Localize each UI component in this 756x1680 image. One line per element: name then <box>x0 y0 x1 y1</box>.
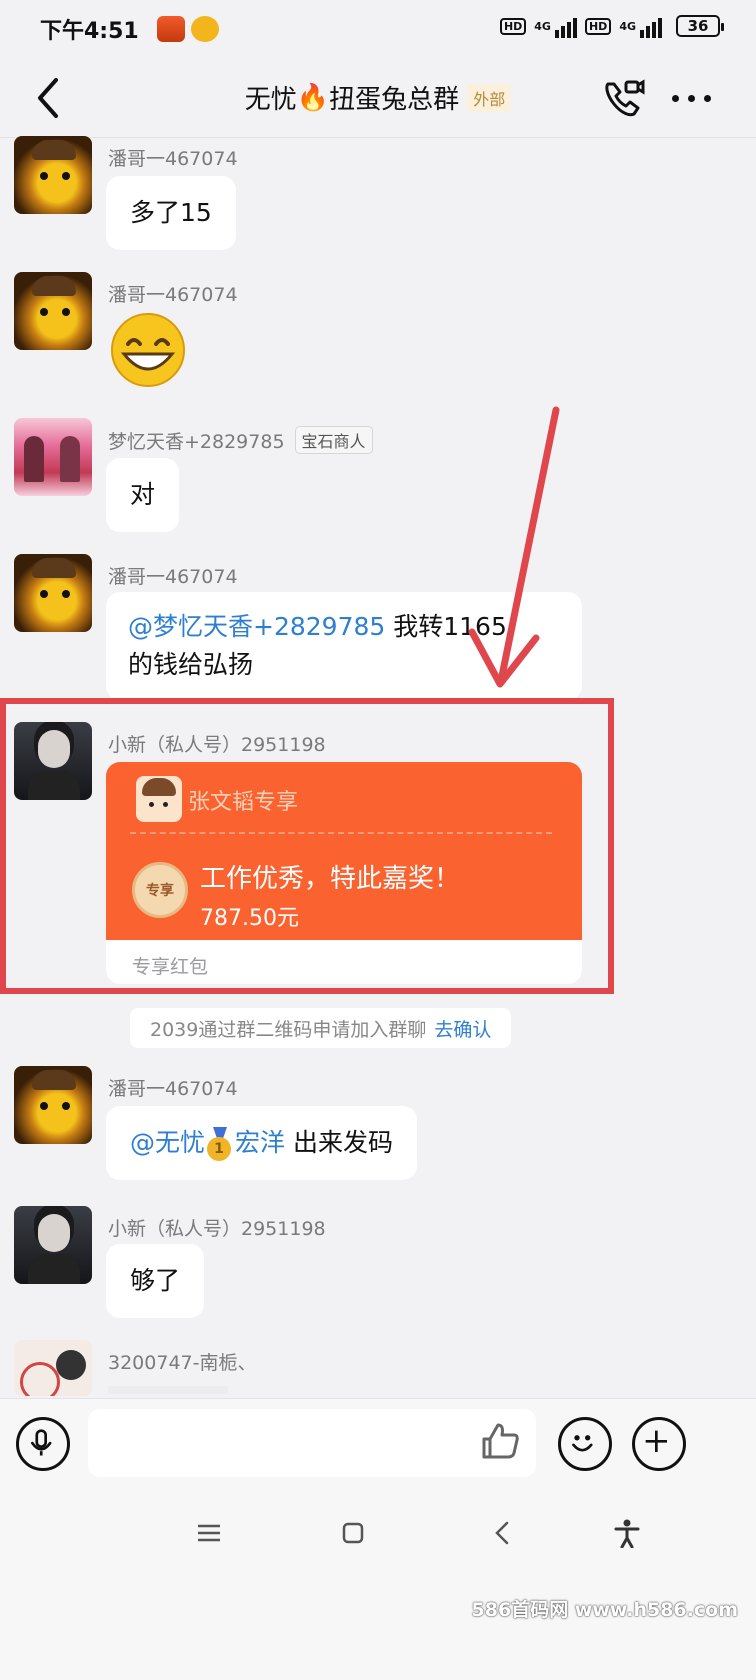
battery-icon: 36 <box>676 15 724 37</box>
title-suffix: 扭蛋兔总群 <box>329 85 460 115</box>
chat-title: 无忧 🔥 扭蛋兔总群 外部 <box>244 79 512 116</box>
status-time: 下午4:51 <box>40 19 139 44</box>
member-badge: 宝石商人 <box>294 426 373 454</box>
game-app-icon <box>190 16 219 42</box>
system-message-text: 2039通过群二维码申请加入群聊 <box>150 1018 427 1041</box>
video-call-icon[interactable] <box>600 76 646 122</box>
status-right-group: HD 4G HD 4G 36 <box>499 14 724 38</box>
message-bubble[interactable]: 对 <box>106 458 180 532</box>
message-bubble[interactable]: @无忧 宏洋 出来发码 <box>106 1106 417 1180</box>
sender-name-text: 梦忆天香+2829785 <box>108 430 285 453</box>
sender-name: 潘哥一467074 <box>108 284 238 306</box>
home-icon[interactable] <box>338 1518 368 1548</box>
message-bubble[interactable]: 够了 <box>106 1244 205 1318</box>
avatar[interactable] <box>14 418 92 496</box>
mention-link-2[interactable]: 宏洋 <box>235 1128 285 1157</box>
search-app-icon <box>156 16 185 42</box>
title-prefix: 无忧 <box>244 85 297 115</box>
sender-name: 梦忆天香+2829785 宝石商人 <box>108 426 373 454</box>
avatar[interactable] <box>14 136 92 214</box>
gold-medal-icon <box>207 1127 233 1161</box>
emoji-icon[interactable] <box>558 1417 612 1471</box>
sender-name: 潘哥一467074 <box>108 566 238 588</box>
avatar[interactable] <box>14 1206 92 1284</box>
message-preview <box>108 1386 228 1394</box>
message-input[interactable] <box>88 1409 536 1477</box>
menu-icon[interactable] <box>194 1518 224 1548</box>
more-icon[interactable] <box>672 86 716 110</box>
back-arrow-icon[interactable] <box>30 74 70 122</box>
watermark: 586首码网 www.h586.com <box>471 1599 738 1621</box>
accessibility-icon[interactable] <box>612 1518 642 1548</box>
external-tag: 外部 <box>467 83 512 112</box>
message-text: 出来发码 <box>285 1128 393 1157</box>
nav-back-icon[interactable] <box>488 1518 518 1548</box>
message-text-line2: 的钱给弘扬 <box>128 650 254 679</box>
hd-icon-2: HD <box>584 17 612 35</box>
avatar[interactable] <box>14 1340 92 1396</box>
signal-icon-2 <box>640 14 662 38</box>
sender-name: 3200747-南栀、 <box>108 1352 257 1374</box>
system-message: 2039通过群二维码申请加入群聊 去确认 <box>130 1008 512 1048</box>
thumbs-up-icon[interactable] <box>478 1419 522 1463</box>
grinning-face-emoji[interactable] <box>108 310 188 390</box>
highlight-box <box>0 698 614 994</box>
confirm-link[interactable]: 去确认 <box>434 1015 491 1042</box>
fire-icon: 🔥 <box>296 82 330 113</box>
chat-header: 无忧 🔥 扭蛋兔总群 外部 <box>0 58 756 138</box>
system-navigation-bar: 586首码网 www.h586.com <box>0 1490 756 1680</box>
input-bar <box>0 1398 756 1490</box>
mention-link[interactable]: @无忧 <box>130 1128 205 1157</box>
microphone-icon[interactable] <box>16 1417 70 1471</box>
plus-icon[interactable] <box>632 1417 686 1471</box>
status-bar: 下午4:51 HD 4G HD 4G 36 <box>0 0 756 58</box>
avatar[interactable] <box>14 272 92 350</box>
hd-icon: HD <box>499 17 527 35</box>
annotation-arrow-icon <box>468 406 560 688</box>
avatar[interactable] <box>14 1066 92 1144</box>
network-type-label-2: 4G <box>619 19 636 33</box>
message-bubble[interactable]: 多了15 <box>106 176 236 250</box>
signal-icon <box>554 14 577 38</box>
sender-name: 潘哥一467074 <box>108 148 238 170</box>
avatar[interactable] <box>14 554 92 632</box>
mention-link[interactable]: @梦忆天香+2829785 <box>128 612 385 641</box>
sender-name: 潘哥一467074 <box>108 1078 238 1100</box>
sender-name: 小新（私人号）2951198 <box>108 1218 326 1240</box>
network-type-label: 4G <box>534 19 551 33</box>
